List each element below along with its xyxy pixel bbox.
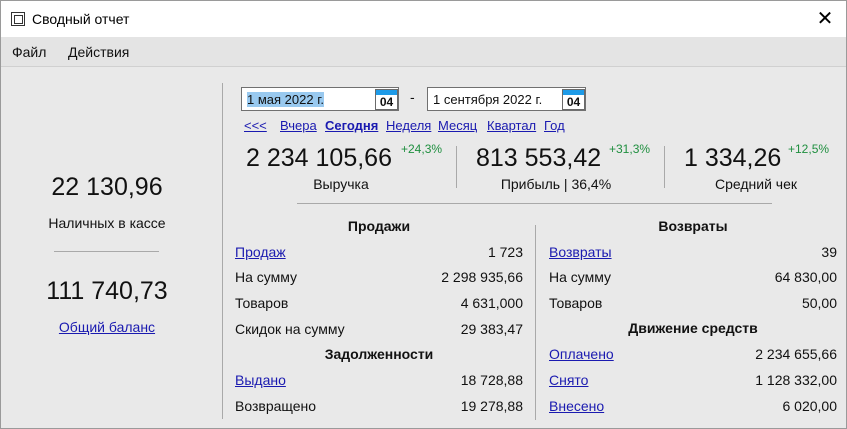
title-bar: Сводный отчет ✕ — [1, 1, 846, 37]
cashflow-deposited-value: 6 020,00 — [782, 398, 838, 414]
calendar-day: 04 — [566, 95, 581, 109]
period-week[interactable]: Неделя — [386, 118, 431, 133]
calendar-icon[interactable]: 04 — [562, 89, 585, 110]
cashflow-paid-link[interactable]: Оплачено — [549, 346, 614, 362]
sales-items-label: Товаров — [235, 295, 289, 311]
returns-sum-label: На сумму — [549, 269, 612, 285]
period-month[interactable]: Месяц — [438, 118, 477, 133]
balance-value: 111 740,73 — [46, 277, 168, 305]
period-year[interactable]: Год — [544, 118, 565, 133]
returns-count-value: 39 — [821, 244, 837, 260]
returns-count-link[interactable]: Возвраты — [549, 244, 612, 260]
sales-sum-label: На сумму — [235, 269, 298, 285]
sales-items-value: 4 631,000 — [460, 295, 523, 311]
menu-bar: Файл Действия — [1, 37, 846, 67]
sales-count-link[interactable]: Продаж — [235, 244, 286, 260]
menu-actions[interactable]: Действия — [68, 44, 129, 60]
kpi-avg-delta: +12,5% — [788, 142, 830, 156]
debts-issued-link[interactable]: Выдано — [235, 372, 286, 388]
kpi-revenue-value: 2 234 105,66 — [246, 144, 392, 172]
close-icon[interactable]: ✕ — [812, 6, 838, 32]
period-yesterday[interactable]: Вчера — [280, 118, 317, 133]
cashflow-title: Движение средств — [628, 320, 758, 336]
sales-discount-value: 29 383,47 — [460, 321, 523, 337]
debts-title: Задолженности — [324, 346, 434, 362]
kpi-revenue-delta: +24,3% — [401, 142, 443, 156]
date-to-text: 1 сентября 2022 г. — [433, 92, 543, 107]
panel-divider — [222, 83, 223, 419]
debts-returned-value: 19 278,88 — [460, 398, 523, 414]
calendar-day: 04 — [379, 95, 394, 109]
cash-value: 22 130,96 — [51, 173, 163, 201]
date-separator: - — [410, 89, 415, 105]
report-window: Сводный отчет ✕ Файл Действия 22 130,96 … — [0, 0, 847, 429]
cashflow-paid-value: 2 234 655,66 — [755, 346, 837, 362]
sales-title: Продажи — [347, 218, 411, 234]
kpi-profit-label: Прибыль | 36,4% — [500, 176, 612, 192]
period-prev[interactable]: <<< — [244, 118, 267, 133]
sales-discount-label: Скидок на сумму — [235, 321, 345, 337]
kpi-revenue-label: Выручка — [313, 176, 369, 192]
app-icon — [11, 12, 25, 26]
period-today[interactable]: Сегодня — [325, 118, 378, 133]
date-from-text: 1 мая 2022 г. — [247, 92, 324, 107]
kpi-profit-delta: +31,3% — [609, 142, 651, 156]
table-divider — [535, 225, 536, 420]
returns-sum-value: 64 830,00 — [774, 269, 837, 285]
divider — [54, 251, 159, 252]
balance-link[interactable]: Общий баланс — [59, 319, 155, 335]
sales-count-value: 1 723 — [487, 244, 523, 260]
date-to-field[interactable]: 1 сентября 2022 г. 04 — [427, 87, 586, 111]
kpi-profit-value: 813 553,42 — [476, 144, 602, 172]
date-from-field[interactable]: 1 мая 2022 г. 04 — [241, 87, 399, 111]
window-title: Сводный отчет — [32, 11, 130, 27]
debts-issued-value: 18 728,88 — [460, 372, 523, 388]
calendar-icon[interactable]: 04 — [375, 89, 398, 110]
cashflow-withdrawn-value: 1 128 332,00 — [755, 372, 837, 388]
balance-label-wrap: Общий баланс — [0, 319, 217, 335]
kpi-separator — [297, 203, 772, 204]
returns-title: Возвраты — [658, 218, 728, 234]
cashflow-deposited-link[interactable]: Внесено — [549, 398, 604, 414]
period-quarter[interactable]: Квартал — [487, 118, 536, 133]
kpi-divider — [664, 146, 665, 188]
returns-items-label: Товаров — [549, 295, 603, 311]
kpi-avg-label: Средний чек — [714, 176, 797, 192]
returns-items-value: 50,00 — [801, 295, 837, 311]
cashflow-withdrawn-link[interactable]: Снято — [549, 372, 588, 388]
debts-returned-label: Возвращено — [235, 398, 317, 414]
kpi-divider — [456, 146, 457, 188]
cash-label: Наличных в кассе — [48, 215, 166, 231]
menu-file[interactable]: Файл — [12, 44, 46, 60]
sales-sum-value: 2 298 935,66 — [441, 269, 523, 285]
kpi-avg-value: 1 334,26 — [684, 144, 782, 172]
